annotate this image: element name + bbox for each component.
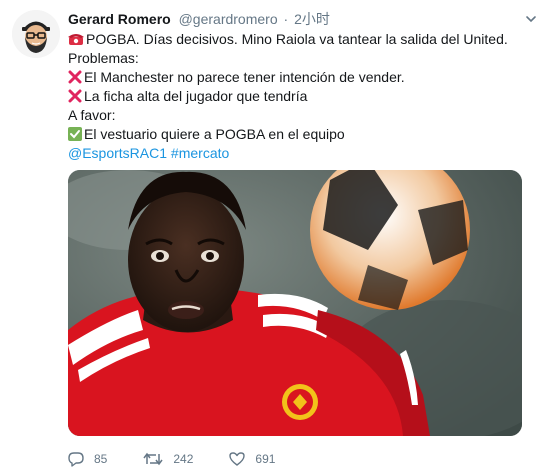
tweet-mentions: @EsportsRAC1 #mercato <box>68 144 538 163</box>
retweet-icon <box>143 452 163 466</box>
tweet-line-headline: POGBA. Días decisivos. Mino Raiola va ta… <box>68 30 538 49</box>
tweet-line-problem-2: La ficha alta del jugador que tendría <box>68 87 538 106</box>
heart-icon <box>229 452 246 466</box>
tweet-media-photo[interactable] <box>68 170 522 436</box>
tweet-text: POGBA. Días decisivos. Mino Raiola va ta… <box>68 30 538 163</box>
tweet-header: Gerard Romero @gerardromero · 2小时 <box>68 10 538 28</box>
red-cross-icon <box>68 70 82 84</box>
hashtag-mercato[interactable]: #mercato <box>171 145 229 161</box>
tweet-line-problems-heading: Problemas: <box>68 50 139 66</box>
chevron-down-icon[interactable] <box>524 12 538 26</box>
reply-icon <box>68 452 84 467</box>
mention-esportsrac1[interactable]: @EsportsRAC1 <box>68 145 167 161</box>
tweet-line-favor-heading: A favor: <box>68 107 116 123</box>
retweet-button[interactable]: 242 <box>143 451 193 467</box>
reply-button[interactable]: 85 <box>68 451 107 467</box>
tweet-actions: 85 242 691 <box>68 450 311 468</box>
retweet-count: 242 <box>173 452 194 466</box>
like-count: 691 <box>255 452 276 466</box>
author-name[interactable]: Gerard Romero <box>68 11 171 27</box>
tweet-line-favor-1: El vestuario quiere a POGBA en el equipo <box>68 125 538 144</box>
avatar[interactable] <box>12 10 60 58</box>
telephone-icon <box>68 34 84 45</box>
tweet-card: Gerard Romero @gerardromero · 2小时 POGBA.… <box>0 0 550 471</box>
avatar-illustration <box>12 10 60 58</box>
green-check-icon <box>68 127 82 141</box>
player-photo <box>68 170 522 436</box>
separator: · <box>283 11 289 27</box>
timestamp[interactable]: 2小时 <box>294 11 330 27</box>
author-handle[interactable]: @gerardromero <box>179 11 278 27</box>
reply-count: 85 <box>94 452 108 466</box>
tweet-line-problem-1: El Manchester no parece tener intención … <box>68 68 538 87</box>
like-button[interactable]: 691 <box>229 451 275 467</box>
red-cross-icon <box>68 89 82 103</box>
